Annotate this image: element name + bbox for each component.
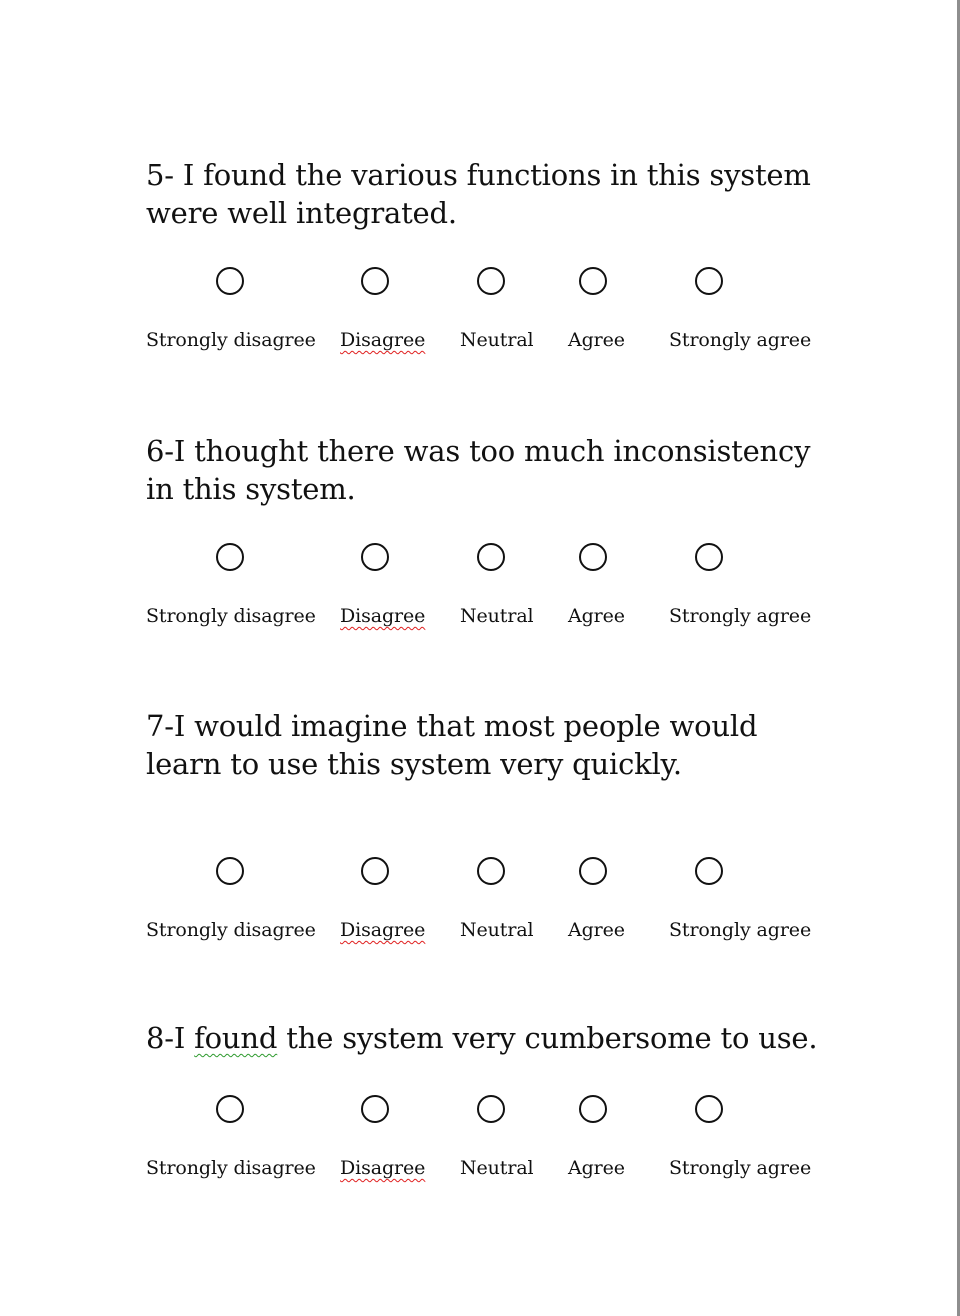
q7-radio-disagree[interactable] [361, 857, 389, 885]
q6-label-disagree: Disagree [340, 605, 426, 627]
q7-radio-strongly-agree[interactable] [695, 857, 723, 885]
q5-radio-agree[interactable] [579, 267, 607, 295]
grammar-flagged-word: found [194, 1021, 278, 1055]
q8-label-disagree: Disagree [340, 1157, 426, 1179]
q6-label-strongly-agree: Strongly agree [669, 605, 812, 627]
q7-label-agree: Agree [568, 919, 625, 941]
question-6: 6-I thought there was too much inconsist… [146, 432, 836, 508]
q6-label-strongly-disagree: Strongly disagree [146, 605, 316, 627]
q8-radio-agree[interactable] [579, 1095, 607, 1123]
q7-label-neutral: Neutral [460, 919, 534, 941]
question-7: 7-I would imagine that most people would… [146, 707, 836, 783]
q7-label-strongly-disagree: Strongly disagree [146, 919, 316, 941]
question-7-text: 7-I would imagine that most people would… [146, 709, 758, 781]
q7-radio-agree[interactable] [579, 857, 607, 885]
survey-page: 5- I found the various functions in this… [0, 0, 960, 1316]
q5-label-agree: Agree [568, 329, 625, 351]
q6-radio-strongly-disagree[interactable] [216, 543, 244, 571]
q8-label-strongly-disagree: Strongly disagree [146, 1157, 316, 1179]
q7-radio-strongly-disagree[interactable] [216, 857, 244, 885]
q8-radio-strongly-disagree[interactable] [216, 1095, 244, 1123]
q8-label-agree: Agree [568, 1157, 625, 1179]
q7-label-strongly-agree: Strongly agree [669, 919, 812, 941]
q8-label-strongly-agree: Strongly agree [669, 1157, 812, 1179]
question-6-text: 6-I thought there was too much inconsist… [146, 434, 811, 506]
q5-label-neutral: Neutral [460, 329, 534, 351]
q6-radio-agree[interactable] [579, 543, 607, 571]
q7-radio-neutral[interactable] [477, 857, 505, 885]
q5-radio-strongly-agree[interactable] [695, 267, 723, 295]
question-5: 5- I found the various functions in this… [146, 156, 836, 232]
q5-radio-neutral[interactable] [477, 267, 505, 295]
q5-label-strongly-disagree: Strongly disagree [146, 329, 316, 351]
q6-label-neutral: Neutral [460, 605, 534, 627]
question-8: 8-I found the system very cumbersome to … [146, 1019, 836, 1057]
q5-radio-strongly-disagree[interactable] [216, 267, 244, 295]
q8-radio-neutral[interactable] [477, 1095, 505, 1123]
q6-radio-strongly-agree[interactable] [695, 543, 723, 571]
q6-label-agree: Agree [568, 605, 625, 627]
q6-radio-neutral[interactable] [477, 543, 505, 571]
q6-radio-disagree[interactable] [361, 543, 389, 571]
q5-label-disagree: Disagree [340, 329, 426, 351]
q8-label-neutral: Neutral [460, 1157, 534, 1179]
q8-radio-strongly-agree[interactable] [695, 1095, 723, 1123]
q8-radio-disagree[interactable] [361, 1095, 389, 1123]
question-8-text: 8-I found the system very cumbersome to … [146, 1021, 818, 1055]
q7-label-disagree: Disagree [340, 919, 426, 941]
q5-radio-disagree[interactable] [361, 267, 389, 295]
q5-label-strongly-agree: Strongly agree [669, 329, 812, 351]
question-5-text: 5- I found the various functions in this… [146, 158, 811, 230]
